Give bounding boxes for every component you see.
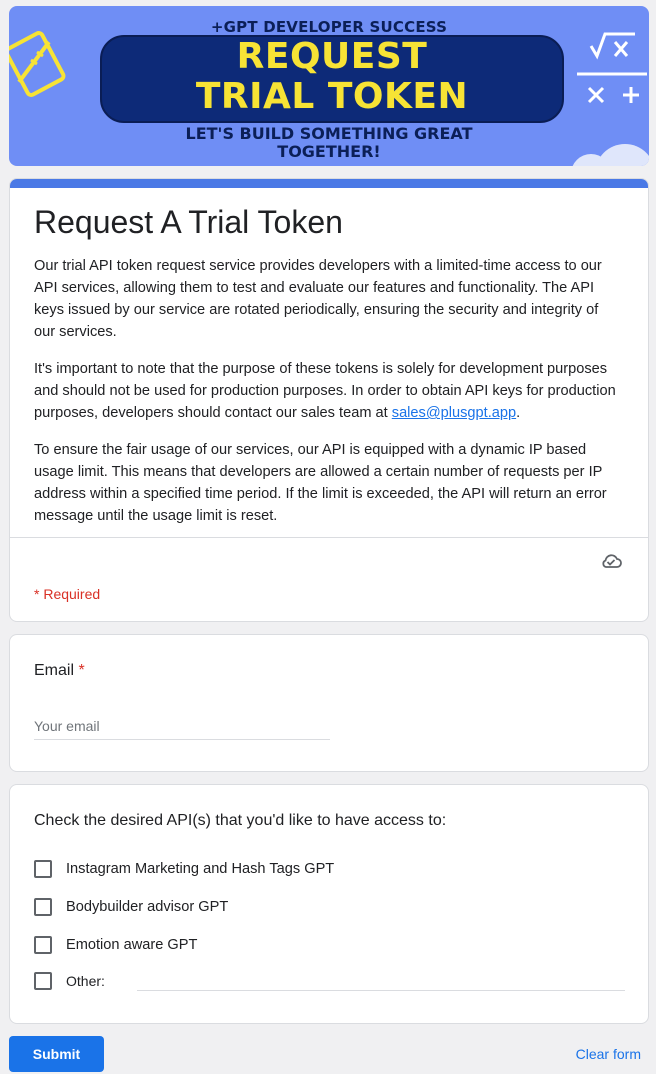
- banner-title-line1: REQUEST: [236, 36, 428, 77]
- description-paragraph: To ensure the fair usage of our services…: [34, 442, 607, 524]
- required-asterisk: *: [78, 662, 85, 679]
- checkbox-option-bodybuilder[interactable]: Bodybuilder advisor GPT: [34, 896, 228, 918]
- form-header-card: Request A Trial Token Our trial API toke…: [9, 178, 649, 622]
- form-description: Our trial API token request service prov…: [34, 255, 620, 542]
- api-question-card: Check the desired API(s) that you'd like…: [9, 784, 649, 1024]
- math-symbols-icon: [577, 32, 647, 104]
- header-banner: +GPT DEVELOPER SUCCESS REQUEST TRIAL TOK…: [9, 6, 649, 166]
- email-label: Email: [34, 662, 75, 679]
- clear-form-button[interactable]: Clear form: [576, 1046, 641, 1062]
- description-paragraph: Our trial API token request service prov…: [34, 258, 602, 340]
- form-title: Request A Trial Token: [34, 204, 343, 240]
- checkbox[interactable]: [34, 898, 52, 916]
- checkbox-option-other[interactable]: Other:: [34, 970, 105, 992]
- description-paragraph: It's important to note that the purpose …: [34, 358, 620, 424]
- banner-title-line2: TRIAL TOKEN: [195, 76, 469, 117]
- checkbox[interactable]: [34, 972, 52, 990]
- checkbox-option-emotion[interactable]: Emotion aware GPT: [34, 934, 197, 956]
- submit-button[interactable]: Submit: [9, 1036, 104, 1072]
- checkbox-label: Emotion aware GPT: [66, 937, 198, 953]
- sales-email-link[interactable]: sales@plusgpt.app: [392, 405, 516, 421]
- banner-tagline-line2: TOGETHER!: [277, 142, 381, 161]
- banner-kicker: +GPT DEVELOPER SUCCESS: [210, 18, 448, 36]
- checkbox-label: Instagram Marketing and Hash Tags GPT: [66, 861, 335, 877]
- email-field[interactable]: [34, 713, 330, 740]
- checkbox-label: Other:: [66, 973, 105, 989]
- checkbox-option-instagram[interactable]: Instagram Marketing and Hash Tags GPT: [34, 858, 334, 880]
- form-accent-bar: [10, 179, 648, 188]
- checkbox[interactable]: [34, 936, 52, 954]
- other-text-field[interactable]: [137, 990, 625, 991]
- question-title: Check the desired API(s) that you'd like…: [34, 812, 447, 829]
- required-note: * Required: [34, 586, 101, 602]
- divider: [10, 537, 648, 538]
- email-question-card: Email *: [9, 634, 649, 772]
- banner-tagline-line1: LET'S BUILD SOMETHING GREAT: [185, 124, 473, 143]
- description-text: It's important to note that the purpose …: [34, 361, 616, 421]
- cloud-check-icon[interactable]: [600, 553, 622, 569]
- banner-tagline: LET'S BUILD SOMETHING GREAT TOGETHER!: [9, 125, 649, 161]
- question-title: Email *: [34, 662, 85, 680]
- checkbox-label: Bodybuilder advisor GPT: [66, 899, 229, 915]
- description-text: .: [516, 405, 521, 421]
- checkbox[interactable]: [34, 860, 52, 878]
